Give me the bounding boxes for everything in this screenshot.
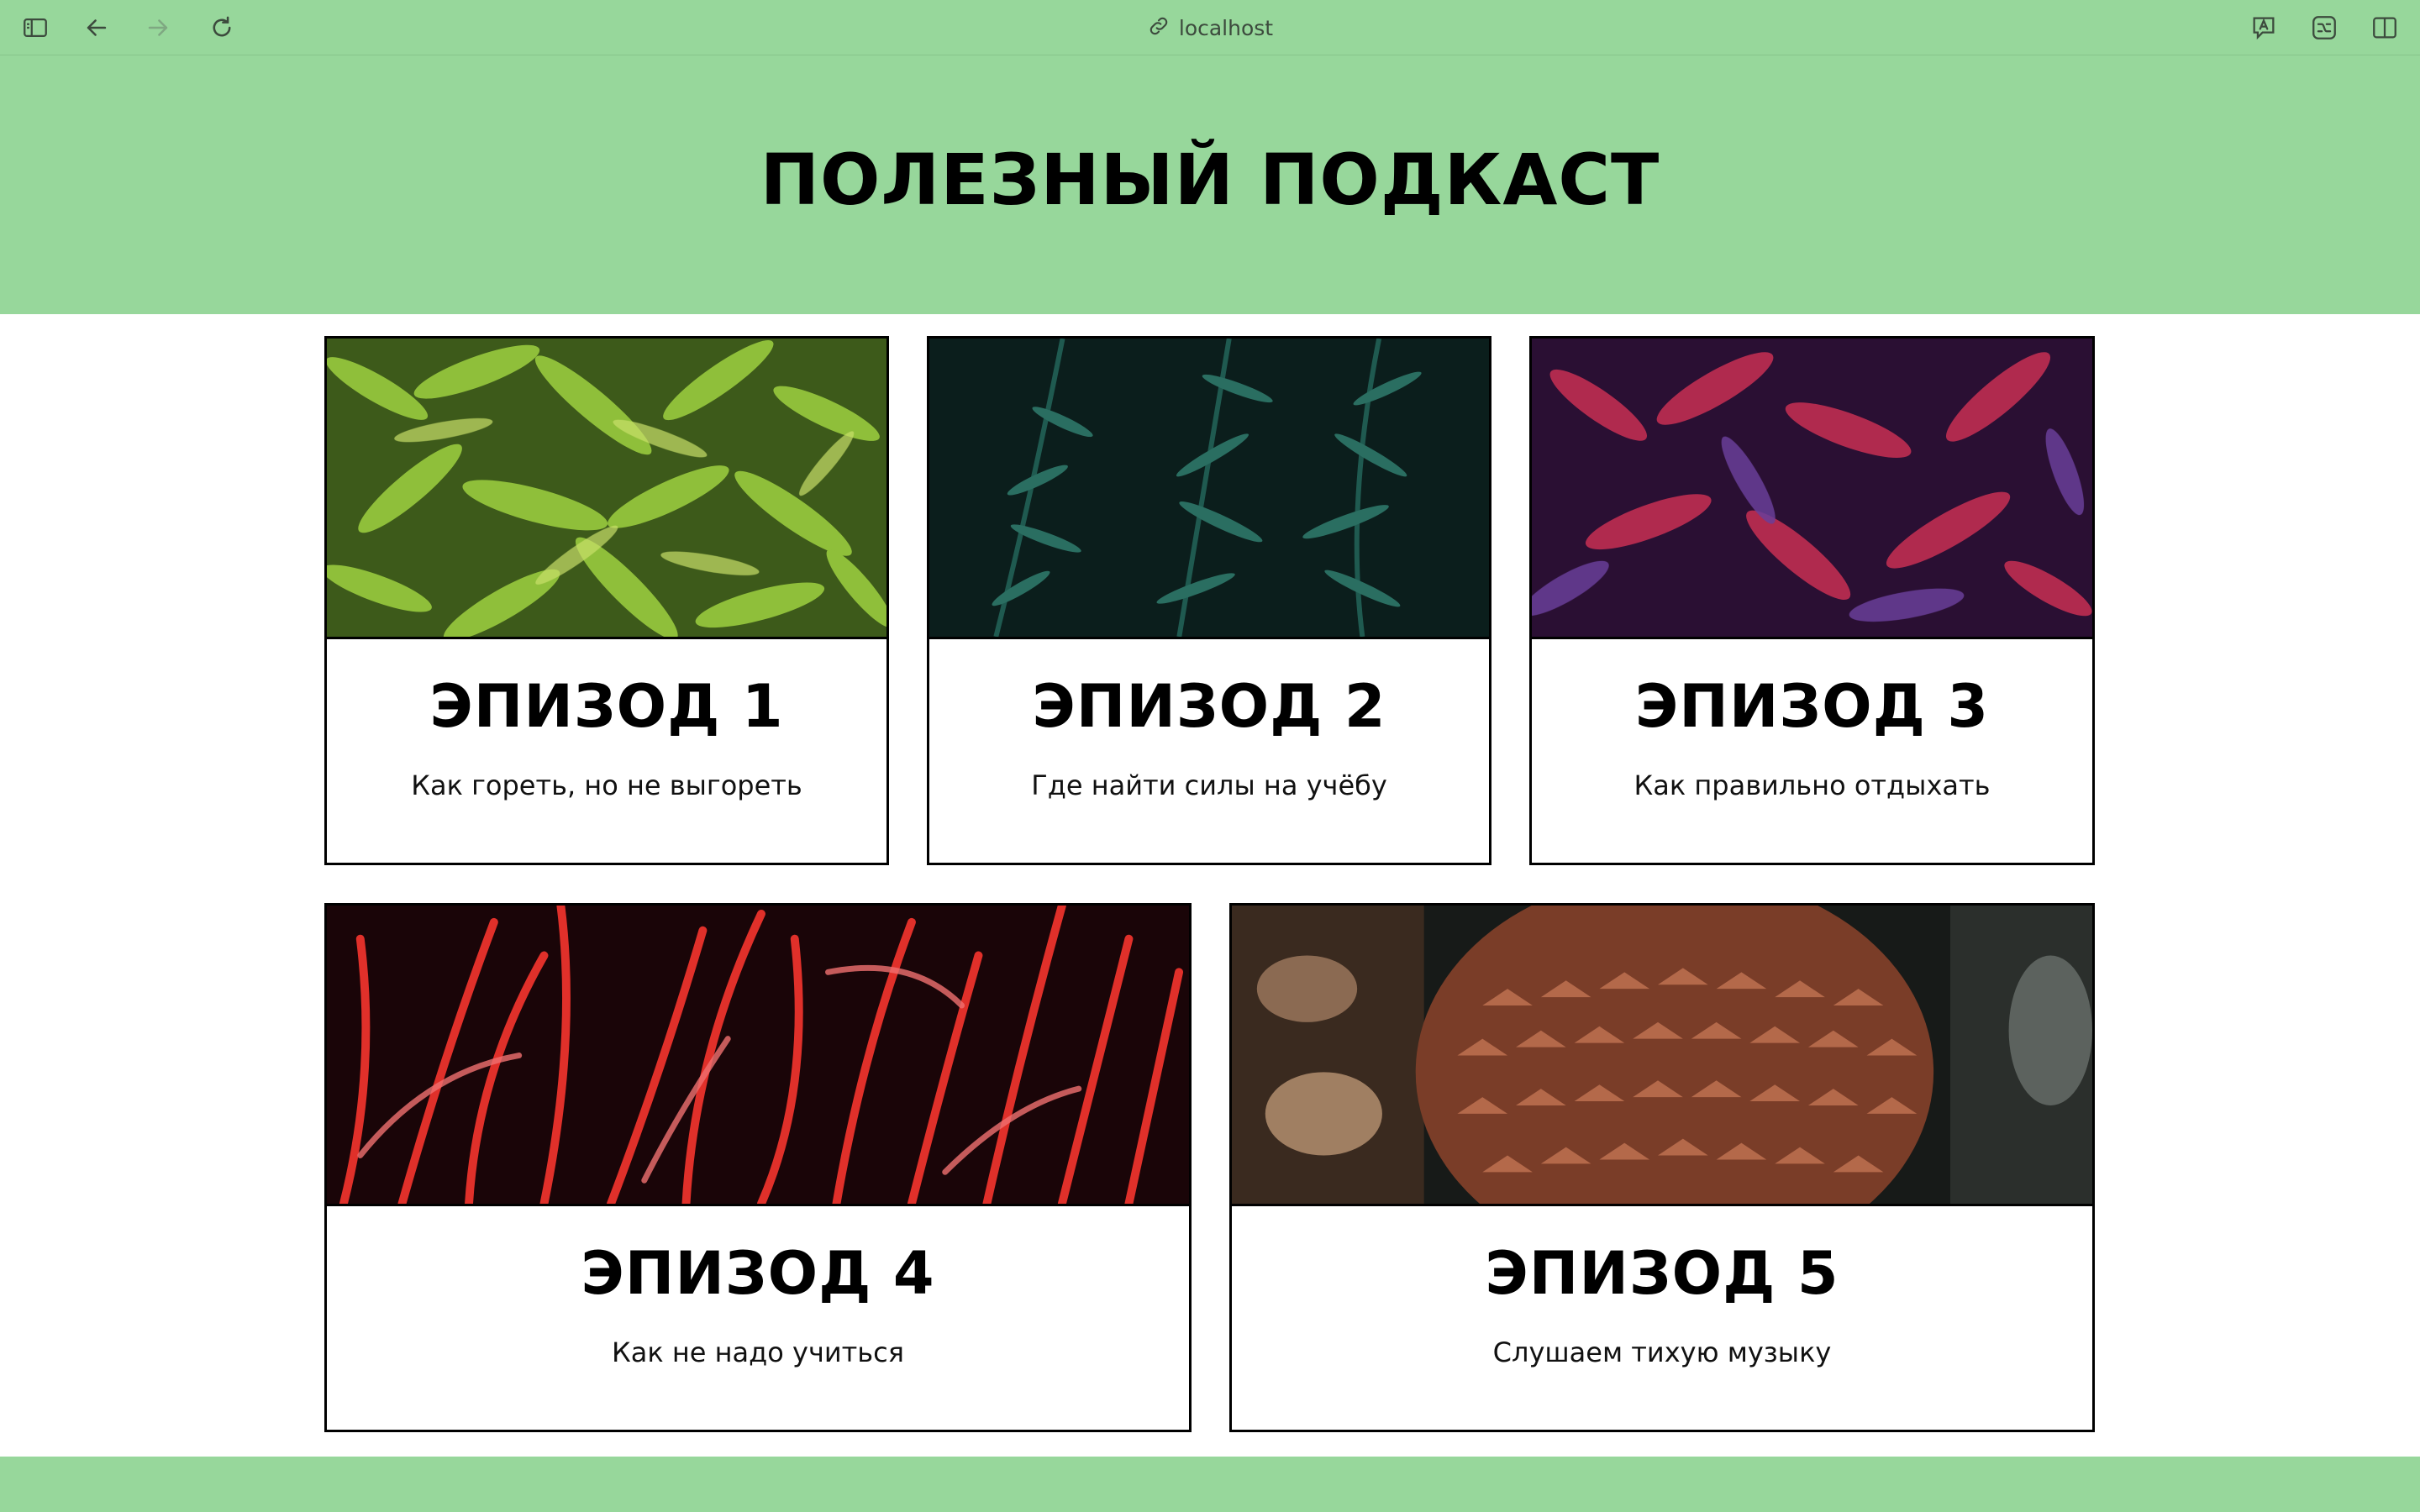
episode-description: Слушаем тихую музыку — [1492, 1336, 1832, 1368]
back-arrow-icon[interactable] — [80, 11, 113, 45]
link-icon — [1147, 14, 1171, 41]
reload-icon[interactable] — [205, 11, 239, 45]
episode-card-2[interactable]: ЭПИЗОД 2 Где найти силы на учёбу — [927, 336, 1491, 865]
translate-icon[interactable] — [2247, 11, 2281, 45]
episode-title: ЭПИЗОД 1 — [429, 672, 784, 741]
episode-title: ЭПИЗОД 5 — [1485, 1239, 1839, 1308]
episode-image-purple-leaves — [1532, 339, 2092, 639]
episode-card-body: ЭПИЗОД 5 Слушаем тихую музыку — [1232, 1209, 2092, 1430]
episode-description: Как правильно отдыхать — [1634, 769, 1991, 801]
episode-image-red-grass — [327, 906, 1189, 1206]
site-header: ПОЛЕЗНЫЙ ПОДКАСТ — [0, 55, 2420, 314]
episode-image-green-leaves — [327, 339, 886, 639]
episode-card-1[interactable]: ЭПИЗОД 1 Как гореть, но не выгореть — [324, 336, 889, 865]
url-text: localhost — [1178, 15, 1274, 40]
browser-toolbar: localhost — [0, 0, 2420, 55]
episode-description: Где найти силы на учёбу — [1031, 769, 1387, 801]
episode-description: Как не надо учиться — [612, 1336, 904, 1368]
split-view-icon[interactable] — [2368, 11, 2402, 45]
forward-arrow-icon[interactable] — [141, 11, 175, 45]
episode-card-body: ЭПИЗОД 1 Как гореть, но не выгореть — [327, 642, 886, 863]
episode-card-5[interactable]: ЭПИЗОД 5 Слушаем тихую музыку — [1229, 903, 2095, 1432]
episode-card-body: ЭПИЗОД 3 Как правильно отдыхать — [1532, 642, 2092, 863]
episode-card-body: ЭПИЗОД 2 Где найти силы на учёбу — [929, 642, 1489, 863]
episode-description: Как гореть, но не выгореть — [411, 769, 802, 801]
episode-title: ЭПИЗОД 2 — [1032, 672, 1386, 741]
episode-title: ЭПИЗОД 4 — [581, 1239, 935, 1308]
episode-card-3[interactable]: ЭПИЗОД 3 Как правильно отдыхать — [1529, 336, 2095, 865]
reader-icon[interactable] — [2307, 11, 2341, 45]
episode-card-4[interactable]: ЭПИЗОД 4 Как не надо учиться — [324, 903, 1192, 1432]
episode-card-body: ЭПИЗОД 4 Как не надо учиться — [327, 1209, 1189, 1430]
episode-image-pinecone — [1232, 906, 2092, 1206]
episode-image-fern — [929, 339, 1489, 639]
sidebar-toggle-icon[interactable] — [18, 11, 52, 45]
site-footer — [0, 1457, 2420, 1512]
page-title: ПОЛЕЗНЫЙ ПОДКАСТ — [760, 139, 1660, 221]
episode-title: ЭПИЗОД 3 — [1634, 672, 1990, 741]
address-bar[interactable]: localhost — [1118, 12, 1302, 44]
